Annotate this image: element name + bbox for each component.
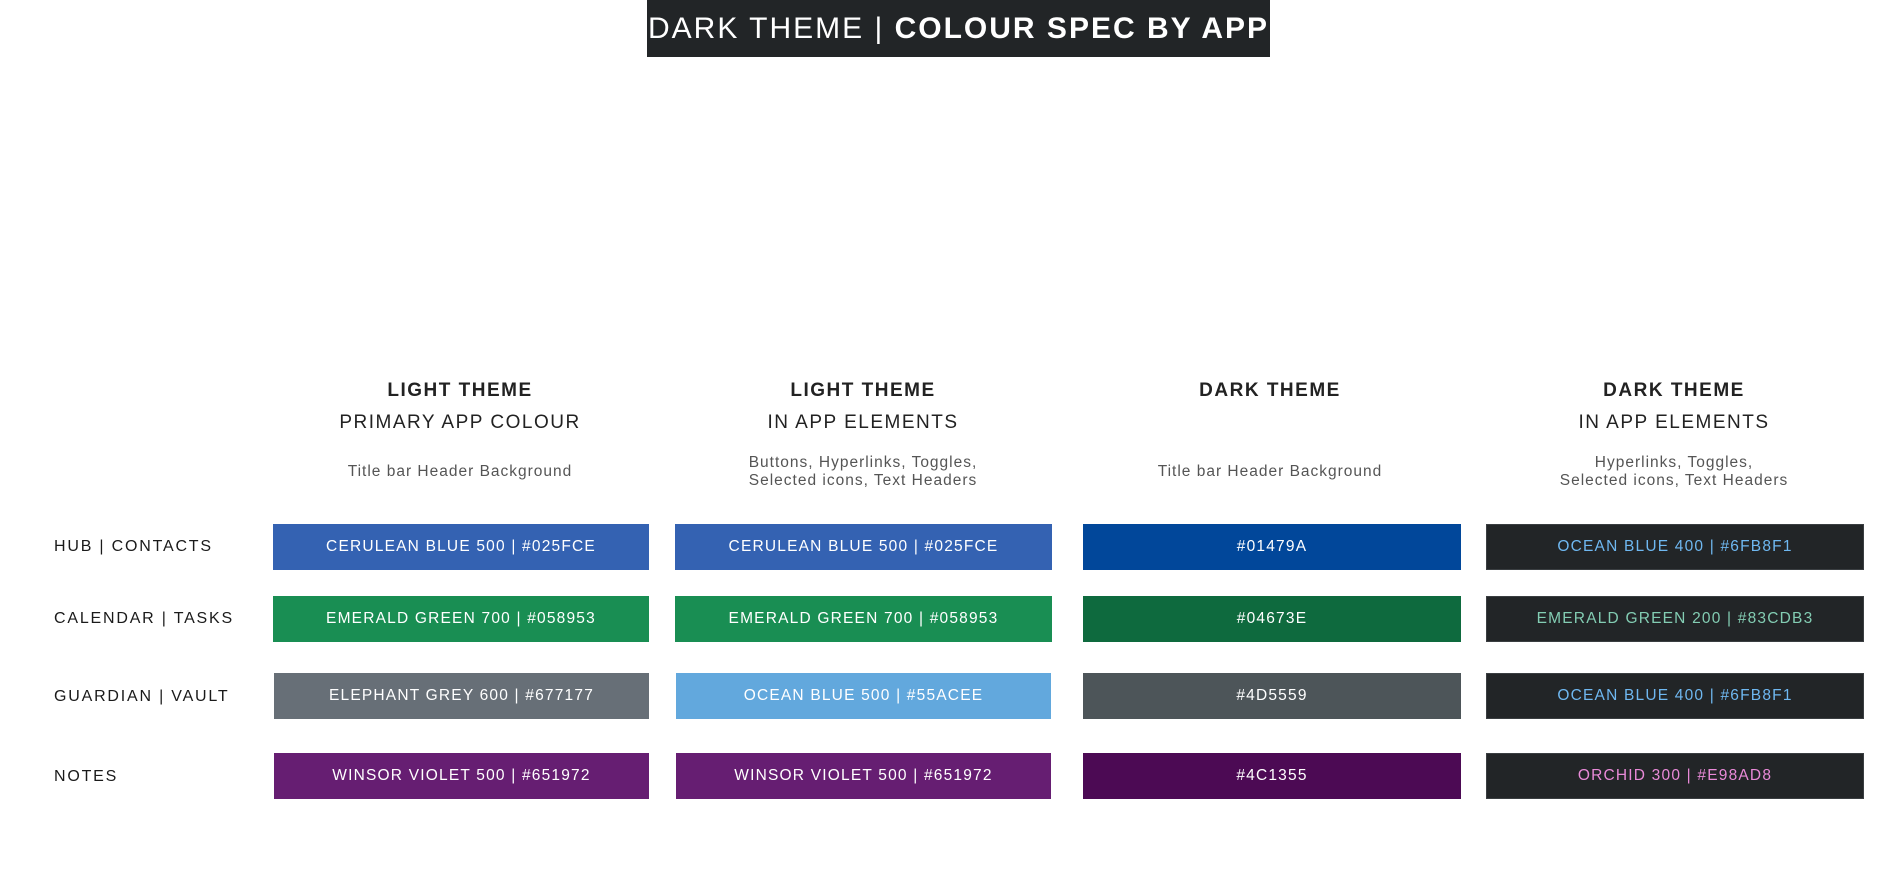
column-header-light-elements: LIGHT THEME IN APP ELEMENTS Buttons, Hyp… — [673, 378, 1053, 490]
column-header-light-primary: LIGHT THEME PRIMARY APP COLOUR Title bar… — [270, 378, 650, 490]
column-header-line1: DARK THEME — [1199, 380, 1341, 401]
swatch-guardian-light-elements: OCEAN BLUE 500 | #55ACEE — [676, 673, 1051, 719]
swatch-guardian-dark-elements: OCEAN BLUE 400 | #6FB8F1 — [1486, 673, 1864, 719]
page-title-prefix: DARK THEME | — [647, 11, 885, 45]
column-description: Hyperlinks, Toggles, Selected icons, Tex… — [1484, 454, 1864, 490]
column-description-line1: Title bar Header Background — [1157, 463, 1383, 480]
column-description: Buttons, Hyperlinks, Toggles, Selected i… — [673, 454, 1053, 490]
swatch-notes-light-primary: WINSOR VIOLET 500 | #651972 — [274, 753, 649, 799]
row-label-guardian-vault: GUARDIAN | VAULT — [54, 688, 230, 705]
swatch-notes-light-elements: WINSOR VIOLET 500 | #651972 — [676, 753, 1051, 799]
swatch-hub-light-elements: CERULEAN BLUE 500 | #025FCE — [675, 524, 1052, 570]
swatch-calendar-dark-elements: EMERALD GREEN 200 | #83CDB3 — [1486, 596, 1864, 642]
swatch-calendar-light-primary: EMERALD GREEN 700 | #058953 — [273, 596, 649, 642]
column-header-dark-elements: DARK THEME IN APP ELEMENTS Hyperlinks, T… — [1484, 378, 1864, 490]
swatch-calendar-light-elements: EMERALD GREEN 700 | #058953 — [675, 596, 1052, 642]
column-header-line1: DARK THEME — [1603, 380, 1745, 401]
column-header-line1: LIGHT THEME — [387, 380, 533, 401]
swatch-guardian-dark-primary: #4D5559 — [1083, 673, 1461, 719]
column-header-line2: IN APP ELEMENTS — [1578, 412, 1770, 433]
column-description-line1: Hyperlinks, Toggles, — [1594, 454, 1754, 471]
column-description-line2: Selected icons, Text Headers — [1559, 472, 1789, 489]
column-description-line1: Buttons, Hyperlinks, Toggles, — [748, 454, 978, 471]
swatch-guardian-light-primary: ELEPHANT GREY 600 | #677177 — [274, 673, 649, 719]
page-title-banner: DARK THEME | COLOUR SPEC BY APP — [647, 0, 1270, 57]
swatch-notes-dark-primary: #4C1355 — [1083, 753, 1461, 799]
column-description-line1: Title bar Header Background — [347, 463, 573, 480]
row-label-notes: NOTES — [54, 768, 119, 785]
swatch-calendar-dark-primary: #04673E — [1083, 596, 1461, 642]
column-description-line2: Selected icons, Text Headers — [748, 472, 978, 489]
row-label-hub-contacts: HUB | CONTACTS — [54, 538, 213, 555]
column-header-dark-primary: DARK THEME Title bar Header Background — [1080, 378, 1460, 490]
swatch-hub-dark-primary: #01479A — [1083, 524, 1461, 570]
column-header-line2 — [1080, 410, 1460, 436]
column-description: Title bar Header Background — [1080, 454, 1460, 490]
swatch-hub-light-primary: CERULEAN BLUE 500 | #025FCE — [273, 524, 649, 570]
swatch-hub-dark-elements: OCEAN BLUE 400 | #6FB8F1 — [1486, 524, 1864, 570]
row-label-calendar-tasks: CALENDAR | TASKS — [54, 610, 234, 627]
column-header-line2: IN APP ELEMENTS — [767, 412, 959, 433]
column-header-line2: PRIMARY APP COLOUR — [339, 412, 581, 433]
page-title: COLOUR SPEC BY APP — [894, 11, 1270, 45]
swatch-notes-dark-elements: ORCHID 300 | #E98AD8 — [1486, 753, 1864, 799]
column-header-line1: LIGHT THEME — [790, 380, 936, 401]
column-description: Title bar Header Background — [270, 454, 650, 490]
